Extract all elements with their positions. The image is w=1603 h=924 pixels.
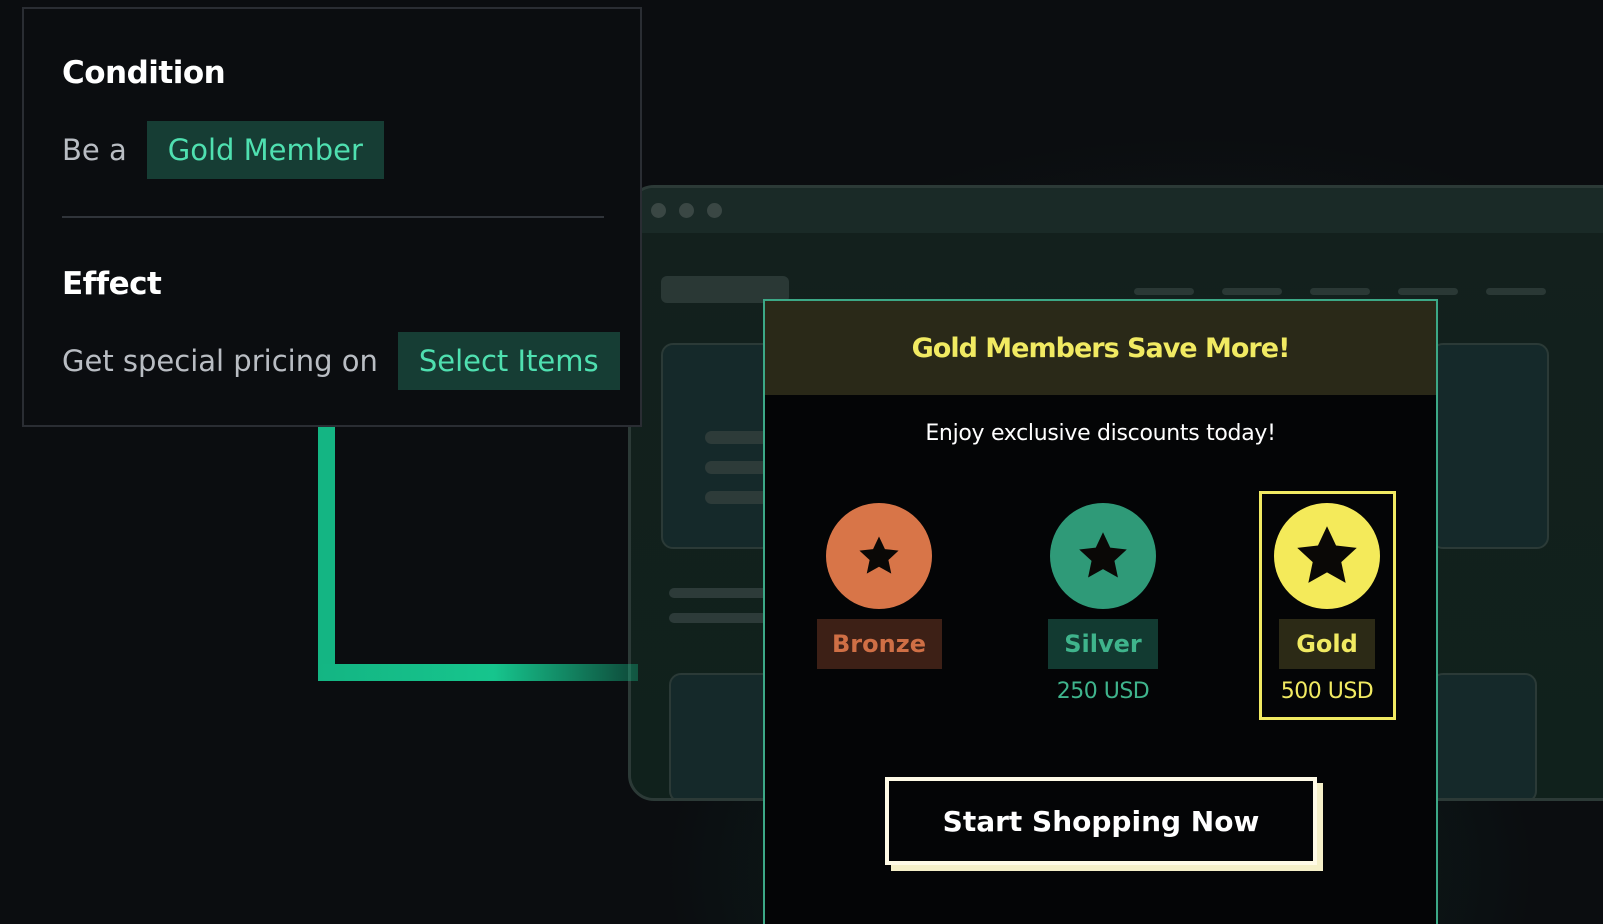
placeholder-product-card — [1431, 673, 1537, 798]
tier-badge — [1050, 503, 1156, 609]
placeholder-nav-item — [1486, 288, 1546, 295]
stage: Condition Be a Gold Member Effect Get sp… — [0, 0, 1603, 924]
popup-title: Gold Members Save More! — [911, 332, 1291, 364]
popup-header: Gold Members Save More! — [765, 301, 1436, 395]
effect-value-chip[interactable]: Select Items — [397, 332, 620, 390]
window-dot-icon — [679, 203, 694, 218]
condition-heading: Condition — [62, 55, 226, 91]
tier-label: Gold — [1279, 619, 1375, 669]
connector-line-horizontal — [318, 664, 638, 681]
tier-silver[interactable]: Silver 250 USD — [1035, 491, 1171, 704]
rule-card: Condition Be a Gold Member Effect Get sp… — [22, 7, 642, 427]
tier-badge — [826, 503, 932, 609]
condition-prefix: Be a — [62, 133, 127, 167]
tier-gold[interactable]: Gold 500 USD — [1259, 491, 1395, 704]
tier-badge — [1274, 503, 1380, 609]
star-icon — [1079, 532, 1127, 578]
tier-bronze[interactable]: Bronze — [811, 491, 947, 669]
effect-heading: Effect — [62, 266, 162, 302]
placeholder-nav-item — [1134, 288, 1194, 295]
star-icon — [1297, 526, 1357, 583]
tier-label: Bronze — [816, 619, 942, 669]
popup-subtitle: Enjoy exclusive discounts today! — [925, 421, 1276, 446]
start-shopping-button[interactable]: Start Shopping Now — [885, 777, 1317, 865]
effect-row: Get special pricing on Select Items — [62, 332, 620, 390]
effect-prefix: Get special pricing on — [62, 344, 378, 378]
placeholder-card — [1431, 343, 1549, 549]
rule-divider — [62, 216, 604, 218]
tier-label: Silver — [1048, 619, 1158, 669]
placeholder-nav-item — [1398, 288, 1458, 295]
placeholder-nav-item — [1310, 288, 1370, 295]
window-dot-icon — [651, 203, 666, 218]
star-icon — [859, 536, 899, 574]
window-dot-icon — [707, 203, 722, 218]
connector-line-vertical — [318, 425, 335, 681]
condition-row: Be a Gold Member — [62, 121, 384, 179]
browser-title-bar — [631, 188, 1603, 233]
membership-popup: Gold Members Save More! Enjoy exclusive … — [763, 299, 1438, 924]
placeholder-nav-item — [1222, 288, 1282, 295]
condition-value-chip[interactable]: Gold Member — [146, 121, 384, 179]
tier-price: 500 USD — [1280, 679, 1374, 704]
tier-price: 250 USD — [1056, 679, 1150, 704]
